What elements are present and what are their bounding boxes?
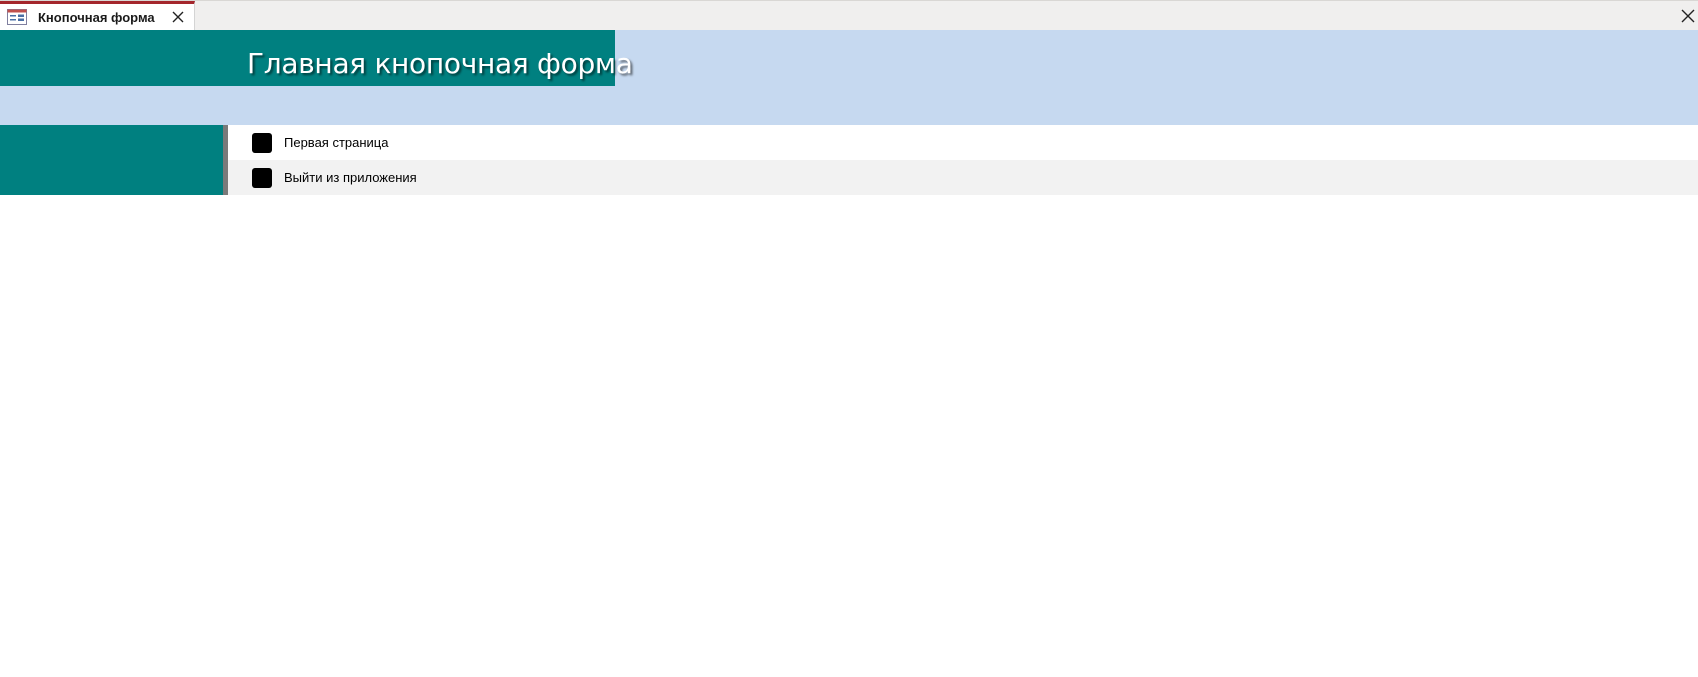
form-icon <box>7 9 27 25</box>
menu-item-exit-app[interactable]: Выйти из приложения <box>228 160 1698 195</box>
menu-item-label: Первая страница <box>284 135 389 150</box>
menu-item-first-page[interactable]: Первая страница <box>228 125 1698 160</box>
tab-title: Кнопочная форма <box>38 10 155 25</box>
document-tab-bar: Кнопочная форма <box>0 0 1698 31</box>
side-panel <box>0 125 223 195</box>
page-title: Главная кнопочная форма <box>247 47 633 80</box>
menu-item-label: Выйти из приложения <box>284 170 417 185</box>
menu-button[interactable] <box>252 133 272 153</box>
tab-switchboard-form[interactable]: Кнопочная форма <box>0 1 195 31</box>
menu-button[interactable] <box>252 168 272 188</box>
close-window-icon[interactable] <box>1681 9 1695 23</box>
close-icon[interactable] <box>170 9 186 25</box>
